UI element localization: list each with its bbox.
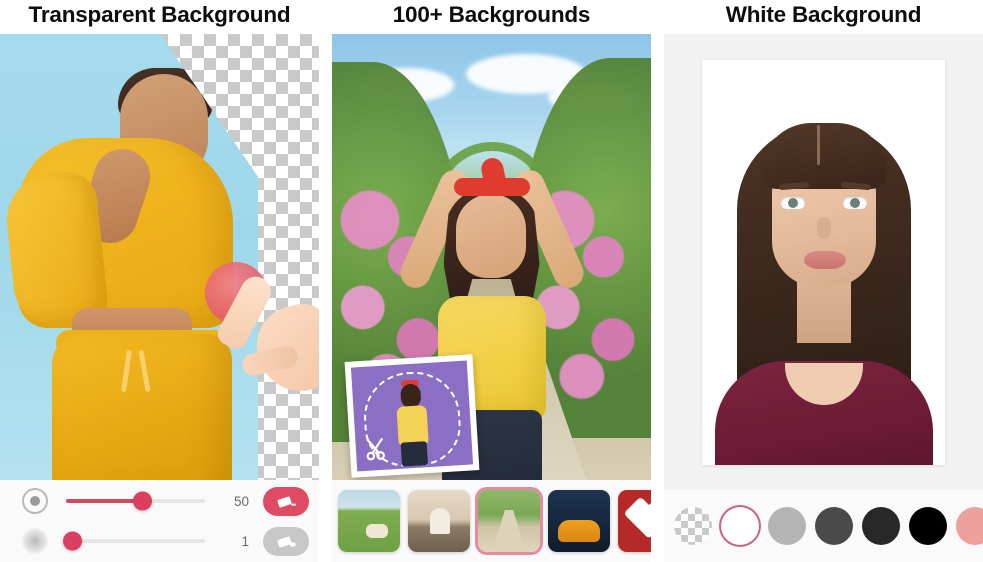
panel-1-title: Transparent Background xyxy=(28,2,291,27)
pink-swatch[interactable] xyxy=(956,507,983,545)
background-color-swatches[interactable] xyxy=(664,490,983,562)
pointing-hand-illustration xyxy=(213,271,319,402)
eraser-button[interactable] xyxy=(263,486,309,516)
panel-white-background: White Background xyxy=(664,0,983,562)
portrait-eye-right xyxy=(842,196,867,209)
scissors-icon xyxy=(366,438,385,461)
subject-sleeve xyxy=(2,169,110,329)
panel-3-title: White Background xyxy=(725,2,922,27)
brush-size-slider-fill xyxy=(66,499,143,503)
portrait-hair-front xyxy=(760,122,887,189)
cutout-preview-figure xyxy=(387,379,438,470)
brush-hardness-slider[interactable] xyxy=(62,531,205,551)
screenshot-root: Transparent Background 50 1 100+ Backgro… xyxy=(0,0,983,562)
cutout-preview-card[interactable] xyxy=(344,354,480,478)
brush-hardness-value: 1 xyxy=(241,533,249,549)
panel-1-screenshot: 50 1 xyxy=(0,34,319,562)
background-thumbnail-strip[interactable] xyxy=(332,480,651,562)
light-gray-swatch[interactable] xyxy=(768,507,806,545)
portrait-nose xyxy=(816,216,831,239)
panel-2-screenshot xyxy=(332,34,651,562)
transparent-swatch[interactable] xyxy=(674,507,712,545)
portrait-eye-left xyxy=(780,196,805,209)
charcoal-swatch[interactable] xyxy=(862,507,900,545)
brush-size-slider[interactable] xyxy=(66,491,205,511)
panel-3-screenshot xyxy=(664,34,983,562)
restore-eraser-button[interactable] xyxy=(263,526,309,556)
brush-hardness-icon[interactable] xyxy=(22,528,48,554)
background-editor-canvas[interactable] xyxy=(332,34,651,480)
brush-size-row: 50 xyxy=(10,486,309,516)
white-background-canvas[interactable] xyxy=(664,34,983,490)
portrait-subject xyxy=(709,105,939,465)
thumbnail-blossom-path[interactable] xyxy=(478,490,540,552)
white-swatch[interactable] xyxy=(721,507,759,545)
brush-toolbar: 50 1 xyxy=(0,480,319,562)
panel-transparent-background: Transparent Background 50 1 xyxy=(0,0,319,562)
portrait-photo-card xyxy=(702,59,945,465)
transparent-editor-canvas[interactable] xyxy=(0,34,319,480)
portrait-hair-part xyxy=(816,124,820,165)
preview-shirt xyxy=(396,405,429,445)
subject2-head xyxy=(455,194,526,278)
black-swatch[interactable] xyxy=(909,507,947,545)
thumbnail-rose-heart[interactable] xyxy=(618,490,651,552)
thumbnail-meadow-horse[interactable] xyxy=(338,490,400,552)
dark-gray-swatch[interactable] xyxy=(815,507,853,545)
brush-hardness-slider-thumb[interactable] xyxy=(62,531,82,551)
thumbnail-taj-mahal[interactable] xyxy=(408,490,470,552)
portrait-lips xyxy=(803,250,846,269)
brush-size-icon[interactable] xyxy=(22,488,48,514)
preview-pants xyxy=(400,441,429,467)
panel-backgrounds: 100+ Backgrounds xyxy=(332,0,651,562)
brush-hardness-row: 1 xyxy=(10,526,309,556)
brush-size-slider-thumb[interactable] xyxy=(133,491,153,511)
brush-size-value: 50 xyxy=(233,493,249,509)
panel-2-title: 100+ Backgrounds xyxy=(392,2,591,27)
thumbnail-sports-car[interactable] xyxy=(548,490,610,552)
cutout-preview-inner xyxy=(350,360,474,472)
